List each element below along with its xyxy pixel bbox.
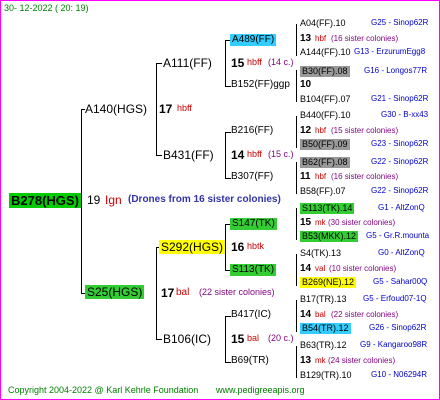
root-note: (Drones from 16 sister colonies) <box>128 194 281 205</box>
gen3-queen-s113[interactable]: S113(TK) <box>230 264 277 276</box>
entry-breeder: val <box>315 264 326 273</box>
entry-link[interactable]: G22 - Sinop62R <box>371 187 428 195</box>
entry-note: (16 sister colonies) <box>331 172 399 181</box>
gen2-year-b216: 14 <box>231 148 245 162</box>
gen2-year-s292: 16 <box>231 240 245 254</box>
gen1-year-2: 17 <box>161 286 175 300</box>
entry-note: (30 sister colonies) <box>328 218 396 227</box>
entry-note: (22 sister colonies) <box>331 310 399 319</box>
entry-name[interactable]: B53(MKK).12 <box>300 231 359 242</box>
gen1-queen-2[interactable]: S25(HGS) <box>85 285 145 299</box>
entry-link[interactable]: G13 - ErzurumEgg8 <box>354 48 425 56</box>
entry-name[interactable]: A144(FF).10 <box>300 48 351 57</box>
entry-name[interactable]: S113(TK).14 <box>300 203 355 214</box>
gen1-queen-1[interactable]: A140(HGS) <box>85 103 147 115</box>
gen2-breeder-b216: hbff <box>247 149 262 159</box>
entry-breeder: hbf <box>315 172 327 181</box>
entry-link[interactable]: G0 - AltZonQ <box>378 249 425 257</box>
entry-link[interactable]: G30 - B-xx43 <box>381 111 428 119</box>
entry-name[interactable]: B62(FF).08 <box>300 157 350 168</box>
gen3-queen-b307[interactable]: B307(FF) <box>231 172 273 182</box>
pedigree-frame: 30- 12-2022 ( 20: 19) B278(HGS) 19 Ign (… <box>0 0 440 400</box>
gen2-breeder-b417: bal <box>247 333 260 343</box>
entry-breeder: mk <box>315 356 326 365</box>
entry-breeder: bal <box>315 310 326 319</box>
entry-name[interactable]: B30(FF).08 <box>300 66 350 77</box>
gen3-queen-b216[interactable]: B216(FF) <box>231 126 273 136</box>
root-queen[interactable]: B278(HGS) <box>9 193 81 208</box>
entry-name[interactable]: B104(FF).07 <box>300 95 351 104</box>
entry-year: 11 <box>300 171 311 182</box>
entry-link[interactable]: G5 - Erfoud07-1Q <box>363 295 427 303</box>
gen3-queen-s147[interactable]: S147(TK) <box>230 218 277 230</box>
gen3-queen-a489[interactable]: A489(FF) <box>230 34 277 46</box>
entry-name[interactable]: B17(TR).13 <box>300 295 347 304</box>
footer-copyright: Copyright 2004-2022 @ Karl Kehrle Founda… <box>8 385 199 395</box>
gen1-breeder-1: hbff <box>177 103 192 113</box>
entry-name[interactable]: B50(FF).09 <box>300 139 350 150</box>
gen3-queen-b152[interactable]: B152(FF)ggp <box>231 80 290 90</box>
entry-year: 12 <box>300 125 312 136</box>
entry-year: 15 <box>300 217 312 228</box>
entry-breeder: hbf <box>315 126 327 135</box>
gen2-year-a111: 15 <box>231 56 245 70</box>
gen2-queen-b431[interactable]: B431(FF) <box>163 149 214 161</box>
entry-link[interactable]: G22 - Sinop62R <box>371 158 428 166</box>
gen2-note-a111: (14 c.) <box>268 57 294 67</box>
gen1-note-2: (22 sister colonies) <box>199 287 275 297</box>
entry-name[interactable]: B63(TR).12 <box>300 341 347 350</box>
gen1-year-1: 17 <box>159 102 173 116</box>
entry-note: (15 sister colonies) <box>331 126 399 135</box>
entry-link[interactable]: G5 - Sahar00Q <box>373 278 427 286</box>
date-header: 30- 12-2022 ( 20: 19) <box>4 3 89 13</box>
gen2-note-b216: (15 c.) <box>268 149 294 159</box>
entry-link[interactable]: G25 - Sinop62R <box>371 19 428 27</box>
root-breeder: Ign <box>105 193 122 207</box>
gen2-year-b417: 15 <box>231 332 245 346</box>
gen1-breeder-2: bal <box>176 287 190 298</box>
gen3-queen-b69[interactable]: B69(TR) <box>231 356 269 366</box>
entry-year: 13 <box>300 33 312 44</box>
entry-year: 14 <box>300 263 312 274</box>
entry-name[interactable]: A04(FF).10 <box>300 19 346 28</box>
entry-link[interactable]: G9 - Kangaroo98R <box>360 341 427 349</box>
root-year: 19 <box>87 193 101 207</box>
entry-note: (16 sister colonies) <box>331 34 399 43</box>
entry-name[interactable]: B440(FF).10 <box>300 111 351 120</box>
entry-name[interactable]: B54(TR).12 <box>300 323 351 334</box>
entry-name[interactable]: B58(FF).07 <box>300 187 346 196</box>
entry-breeder: mk <box>315 218 326 227</box>
entry-year: 14 <box>300 309 312 320</box>
entry-link[interactable]: G10 - N06294R <box>371 371 427 379</box>
entry-name[interactable]: B269(NE).12 <box>300 277 357 288</box>
entry-link[interactable]: G16 - Longos77R <box>364 67 427 75</box>
gen2-queen-s292[interactable]: S292(HGS) <box>159 240 226 254</box>
entry-note: (10 sister colonies) <box>329 264 397 273</box>
entry-link[interactable]: G5 - Gr.R.mounta <box>366 232 429 240</box>
entry-year: 10 <box>300 79 312 90</box>
gen2-note-b417: (20 c.) <box>268 333 294 343</box>
gen2-queen-b106[interactable]: B106(IC) <box>163 333 211 345</box>
gen3-queen-b417[interactable]: B417(IC) <box>231 310 271 320</box>
gen2-queen-a111[interactable]: A111(FF) <box>163 57 212 69</box>
entry-link[interactable]: G1 - AltZonQ <box>378 204 425 212</box>
entry-link[interactable]: G23 - Sinop62R <box>371 140 428 148</box>
footer-url[interactable]: www.pedigreeapis.org <box>216 386 305 395</box>
entry-note: (24 sister colonies) <box>328 356 396 365</box>
entry-name[interactable]: B129(TR).10 <box>300 371 352 380</box>
entry-link[interactable]: G26 - Sinop62R <box>369 324 426 332</box>
entry-year: 13 <box>300 355 312 366</box>
gen2-breeder-s292: hbtk <box>247 241 265 251</box>
entry-link[interactable]: G21 - Sinop62R <box>371 95 428 103</box>
entry-breeder: hbf <box>315 34 327 43</box>
entry-name[interactable]: S4(TK).13 <box>300 249 341 258</box>
gen2-breeder-a111: hbff <box>247 57 262 67</box>
